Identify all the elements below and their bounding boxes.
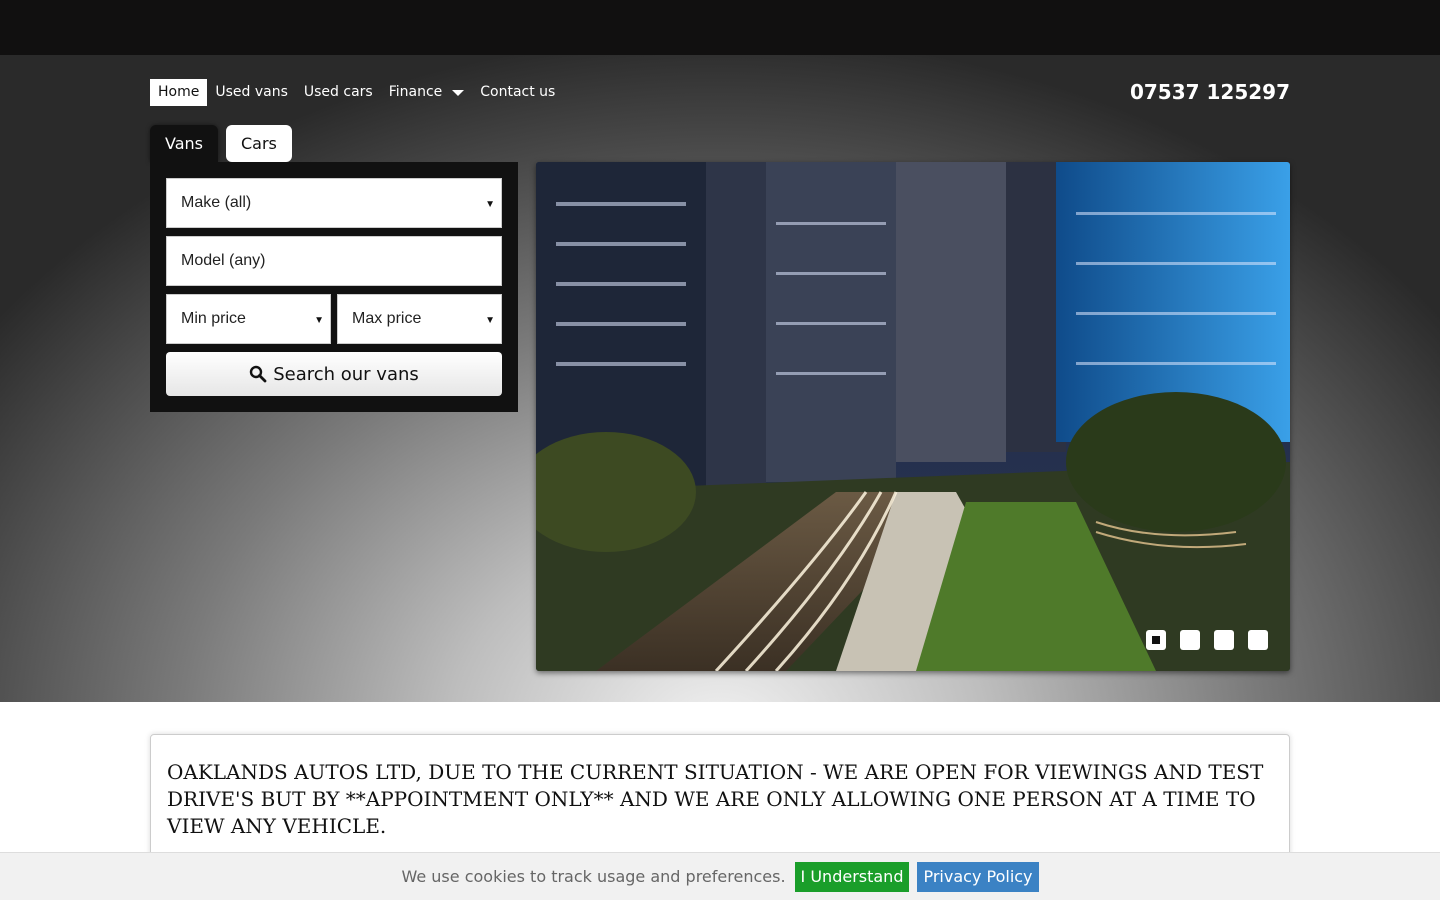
nav-used-cars[interactable]: Used cars: [296, 79, 381, 106]
search-icon: [250, 365, 267, 383]
nav-contact-us[interactable]: Contact us: [472, 79, 563, 106]
nav-home[interactable]: Home: [150, 79, 208, 106]
nav-used-vans[interactable]: Used vans: [207, 79, 296, 106]
make-select[interactable]: Make (all) ▼: [166, 178, 502, 228]
slider-dot-1[interactable]: [1146, 630, 1166, 650]
max-price-value: Max price: [352, 310, 422, 327]
slider-dot-4[interactable]: [1248, 630, 1268, 650]
image-slider: [536, 162, 1290, 671]
cookie-banner: We use cookies to track usage and prefer…: [0, 852, 1440, 900]
caret-down-icon: [452, 89, 465, 96]
cookie-text: We use cookies to track usage and prefer…: [401, 867, 786, 886]
top-bar: [0, 0, 1440, 55]
slider-dot-2[interactable]: [1180, 630, 1200, 650]
nav-finance[interactable]: Finance: [381, 79, 473, 106]
model-select[interactable]: Model (any): [166, 236, 502, 286]
phone-number[interactable]: 07537 125297: [1130, 79, 1290, 106]
make-select-value: Make (all): [181, 194, 252, 211]
tab-cars[interactable]: Cars: [225, 125, 292, 162]
notice-text: OAKLANDS AUTOS LTD, DUE TO THE CURRENT S…: [167, 760, 1264, 838]
city-night-image: [536, 162, 1290, 671]
dropdown-arrow-icon: ▼: [485, 315, 495, 326]
search-button[interactable]: Search our vans: [166, 352, 502, 396]
dropdown-arrow-icon: ▼: [485, 199, 495, 210]
dropdown-arrow-icon: ▼: [314, 315, 324, 326]
model-select-value: Model (any): [181, 252, 266, 269]
search-tabs: Vans Cars: [150, 125, 300, 162]
accept-cookies-button[interactable]: I Understand: [794, 861, 910, 892]
main-nav: Home Used vans Used cars Finance Contact…: [150, 79, 563, 106]
search-button-label: Search our vans: [273, 363, 419, 385]
min-price-select[interactable]: Min price ▼: [166, 294, 331, 344]
max-price-select[interactable]: Max price ▼: [337, 294, 502, 344]
slider-dots: [1132, 630, 1268, 650]
privacy-policy-button[interactable]: Privacy Policy: [917, 861, 1039, 892]
tab-vans[interactable]: Vans: [150, 125, 218, 162]
search-panel: Make (all) ▼ Model (any) Min price ▼ Max…: [150, 162, 518, 412]
min-price-value: Min price: [181, 310, 246, 327]
nav-finance-label: Finance: [388, 84, 443, 100]
slider-dot-3[interactable]: [1214, 630, 1234, 650]
